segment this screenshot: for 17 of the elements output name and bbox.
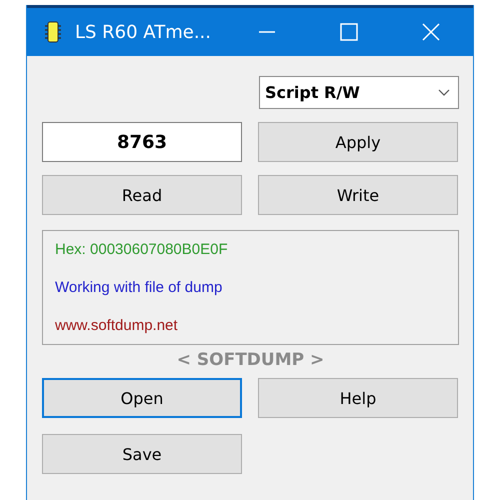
open-button[interactable]: Open xyxy=(42,378,242,418)
code-field[interactable]: 8763 xyxy=(42,122,242,162)
write-button[interactable]: Write xyxy=(258,175,458,215)
maximize-icon[interactable] xyxy=(339,22,359,42)
read-button[interactable]: Read xyxy=(42,175,242,215)
window-title: LS R60 ATme... xyxy=(75,22,211,42)
brand-label: < SOFTDUMP > xyxy=(176,350,326,370)
log-line: www.softdump.net xyxy=(55,316,178,334)
chevron-icon xyxy=(438,88,450,96)
save-button[interactable]: Save xyxy=(42,434,242,474)
log-line: Hex: 00030607080B0E0F xyxy=(55,241,228,258)
log-line: Working with file of dump xyxy=(55,278,222,296)
close-icon[interactable] xyxy=(421,22,441,42)
help-button[interactable]: Help xyxy=(258,378,458,418)
apply-button[interactable]: Apply xyxy=(258,122,458,162)
mode-dropdown[interactable]: Script R/W xyxy=(259,76,459,109)
chip-icon xyxy=(45,21,61,43)
